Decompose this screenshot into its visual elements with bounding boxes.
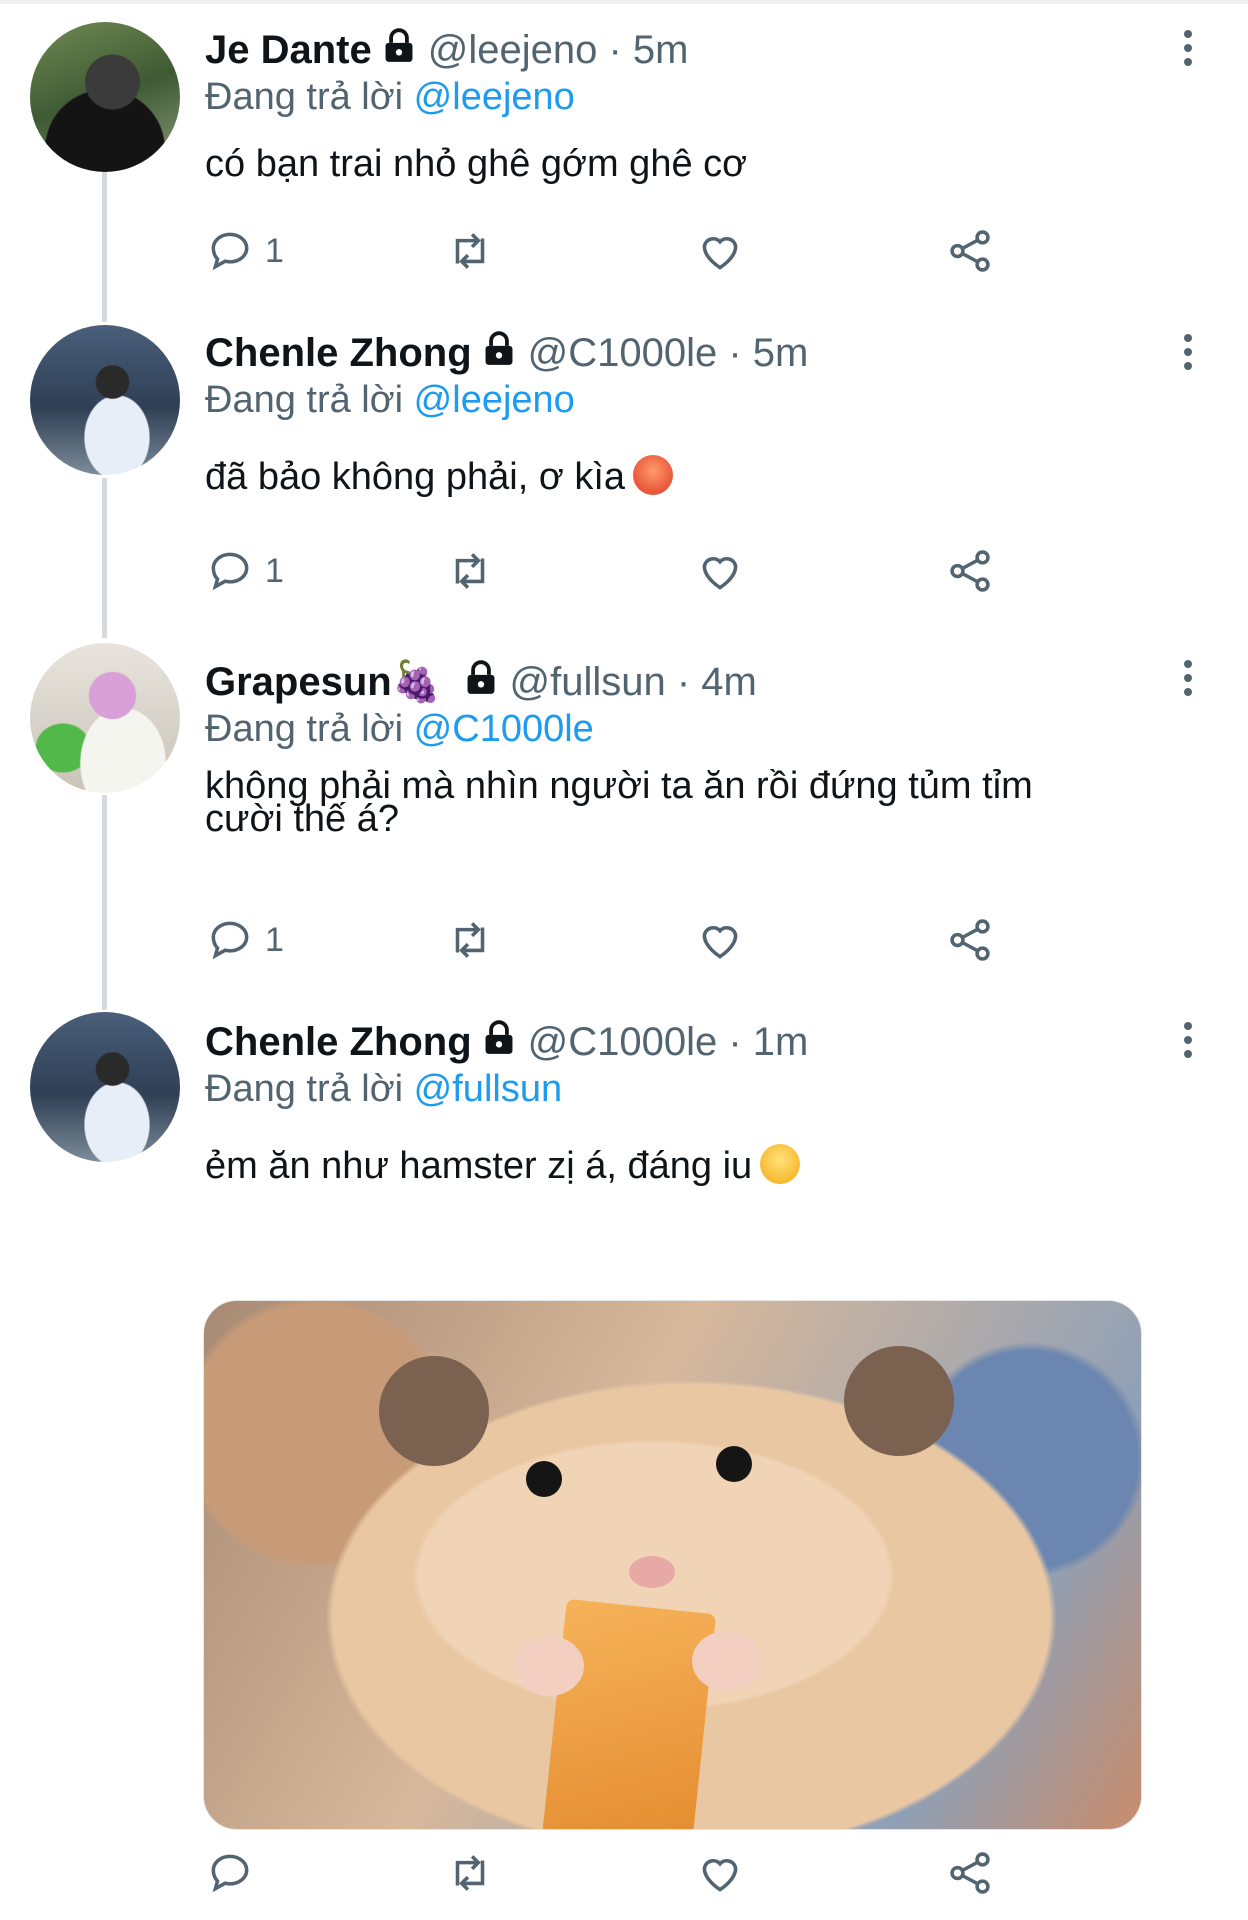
more-vertical-icon[interactable] xyxy=(1178,30,1198,72)
like-button[interactable] xyxy=(695,546,745,596)
lock-icon xyxy=(385,28,413,62)
mention-link[interactable]: @fullsun xyxy=(414,1068,562,1110)
retweet-button[interactable] xyxy=(445,226,495,276)
hamster-eye xyxy=(716,1446,752,1482)
retweet-icon xyxy=(455,553,485,589)
handle-time: @C1000le · 1m xyxy=(527,1020,809,1064)
tweet-text: đã bảo không phải, ơ kìa xyxy=(205,453,1188,501)
reply-button[interactable] xyxy=(205,1848,255,1898)
share-icon xyxy=(950,230,990,272)
heart-icon xyxy=(702,926,738,959)
reply-context: Đang trả lời @leejeno xyxy=(205,377,1188,423)
hamster-ear xyxy=(844,1346,954,1456)
mention-link[interactable]: @leejeno xyxy=(414,379,575,421)
yum-face-icon xyxy=(760,1144,801,1184)
reply-count: 1 xyxy=(265,551,284,590)
tweet-header: Chenle Zhong @C1000le · 1m xyxy=(205,1018,1188,1066)
thread-connector xyxy=(102,172,107,322)
hamster-nose xyxy=(629,1556,675,1588)
more-vertical-icon[interactable] xyxy=(1178,1022,1198,1064)
reply-prefix: Đang trả lời xyxy=(205,379,404,421)
mention-link[interactable]: @C1000le xyxy=(414,708,594,750)
handle-time: @fullsun · 4m xyxy=(509,660,757,704)
tweet-header: Chenle Zhong @C1000le · 5m xyxy=(205,329,1188,377)
reply-icon xyxy=(211,232,249,271)
retweet-icon xyxy=(455,1855,485,1891)
more-vertical-icon[interactable] xyxy=(1178,334,1198,376)
avatar[interactable] xyxy=(30,325,180,475)
tweet-text-content: đã bảo không phải, ơ kìa xyxy=(205,456,626,498)
retweet-icon xyxy=(455,233,485,269)
share-icon xyxy=(950,1852,990,1894)
reply-button[interactable]: 1 xyxy=(205,226,284,276)
lock-icon xyxy=(485,1020,513,1054)
avatar[interactable] xyxy=(30,22,180,172)
tweet-text: ẻm ăn như hamster zị á, đáng iu xyxy=(205,1142,1188,1190)
tweet-text-content: ẻm ăn như hamster zị á, đáng iu xyxy=(205,1145,753,1187)
avatar[interactable] xyxy=(30,1012,180,1162)
heart-icon xyxy=(702,1859,738,1892)
avatar[interactable] xyxy=(30,643,180,793)
reply-button[interactable]: 1 xyxy=(205,915,284,965)
display-name[interactable]: Je Dante xyxy=(205,28,372,72)
reply-icon xyxy=(211,1854,249,1893)
reply-count: 1 xyxy=(265,231,284,270)
hamster-eye xyxy=(526,1461,562,1497)
lock-icon xyxy=(485,331,513,365)
hamster-paw xyxy=(514,1636,584,1696)
heart-icon xyxy=(702,237,738,270)
mention-link[interactable]: @leejeno xyxy=(414,76,575,118)
share-icon xyxy=(950,550,990,592)
like-button[interactable] xyxy=(695,1848,745,1898)
tweet-header: Je Dante @leejeno · 5m xyxy=(205,26,1188,74)
tweet-text: không phải mà nhìn người ta ăn rồi đứng … xyxy=(205,767,1188,840)
retweet-button[interactable] xyxy=(445,915,495,965)
share-button[interactable] xyxy=(945,546,995,596)
lock-icon xyxy=(467,660,494,694)
reply-button[interactable]: 1 xyxy=(205,546,284,596)
angry-face-icon xyxy=(633,455,674,495)
reply-context: Đang trả lời @leejeno xyxy=(205,74,1188,120)
action-bar: 1 xyxy=(205,226,1005,278)
reply-prefix: Đang trả lời xyxy=(205,1068,404,1110)
share-button[interactable] xyxy=(945,1848,995,1898)
reply-icon xyxy=(211,921,249,960)
handle-time: @leejeno · 5m xyxy=(427,28,689,72)
hamster-snack xyxy=(541,1598,717,1829)
display-name[interactable]: Chenle Zhong xyxy=(205,331,472,375)
hamster-photo[interactable] xyxy=(203,1300,1142,1830)
display-name[interactable]: Chenle Zhong xyxy=(205,1020,472,1064)
reply-icon xyxy=(211,552,249,591)
share-icon xyxy=(950,919,990,961)
reply-prefix: Đang trả lời xyxy=(205,76,404,118)
like-button[interactable] xyxy=(695,226,745,276)
action-bar: 1 xyxy=(205,546,1005,598)
action-bar: 1 xyxy=(205,915,1005,967)
retweet-icon xyxy=(455,922,485,958)
reply-count: 1 xyxy=(265,920,284,959)
display-name[interactable]: Grapesun🍇 xyxy=(205,660,442,704)
retweet-button[interactable] xyxy=(445,546,495,596)
thread-connector xyxy=(102,478,107,638)
tweet-text: có bạn trai nhỏ ghê gớm ghê cơ xyxy=(205,143,748,185)
handle-time: @C1000le · 5m xyxy=(527,331,809,375)
thread-connector xyxy=(102,795,107,1010)
top-divider xyxy=(0,0,1248,4)
tweet-header: Grapesun🍇 @fullsun · 4m xyxy=(205,658,1188,706)
hamster-ear xyxy=(379,1356,489,1466)
heart-icon xyxy=(702,557,738,590)
tweet-text-line: cười thế á? xyxy=(205,798,400,840)
hamster-paw xyxy=(692,1631,762,1691)
action-bar xyxy=(205,1848,1005,1900)
reply-context: Đang trả lời @C1000le xyxy=(205,706,1188,752)
like-button[interactable] xyxy=(695,915,745,965)
reply-context: Đang trả lời @fullsun xyxy=(205,1066,1188,1112)
share-button[interactable] xyxy=(945,915,995,965)
reply-prefix: Đang trả lời xyxy=(205,708,404,750)
share-button[interactable] xyxy=(945,226,995,276)
more-vertical-icon[interactable] xyxy=(1178,660,1198,702)
retweet-button[interactable] xyxy=(445,1848,495,1898)
